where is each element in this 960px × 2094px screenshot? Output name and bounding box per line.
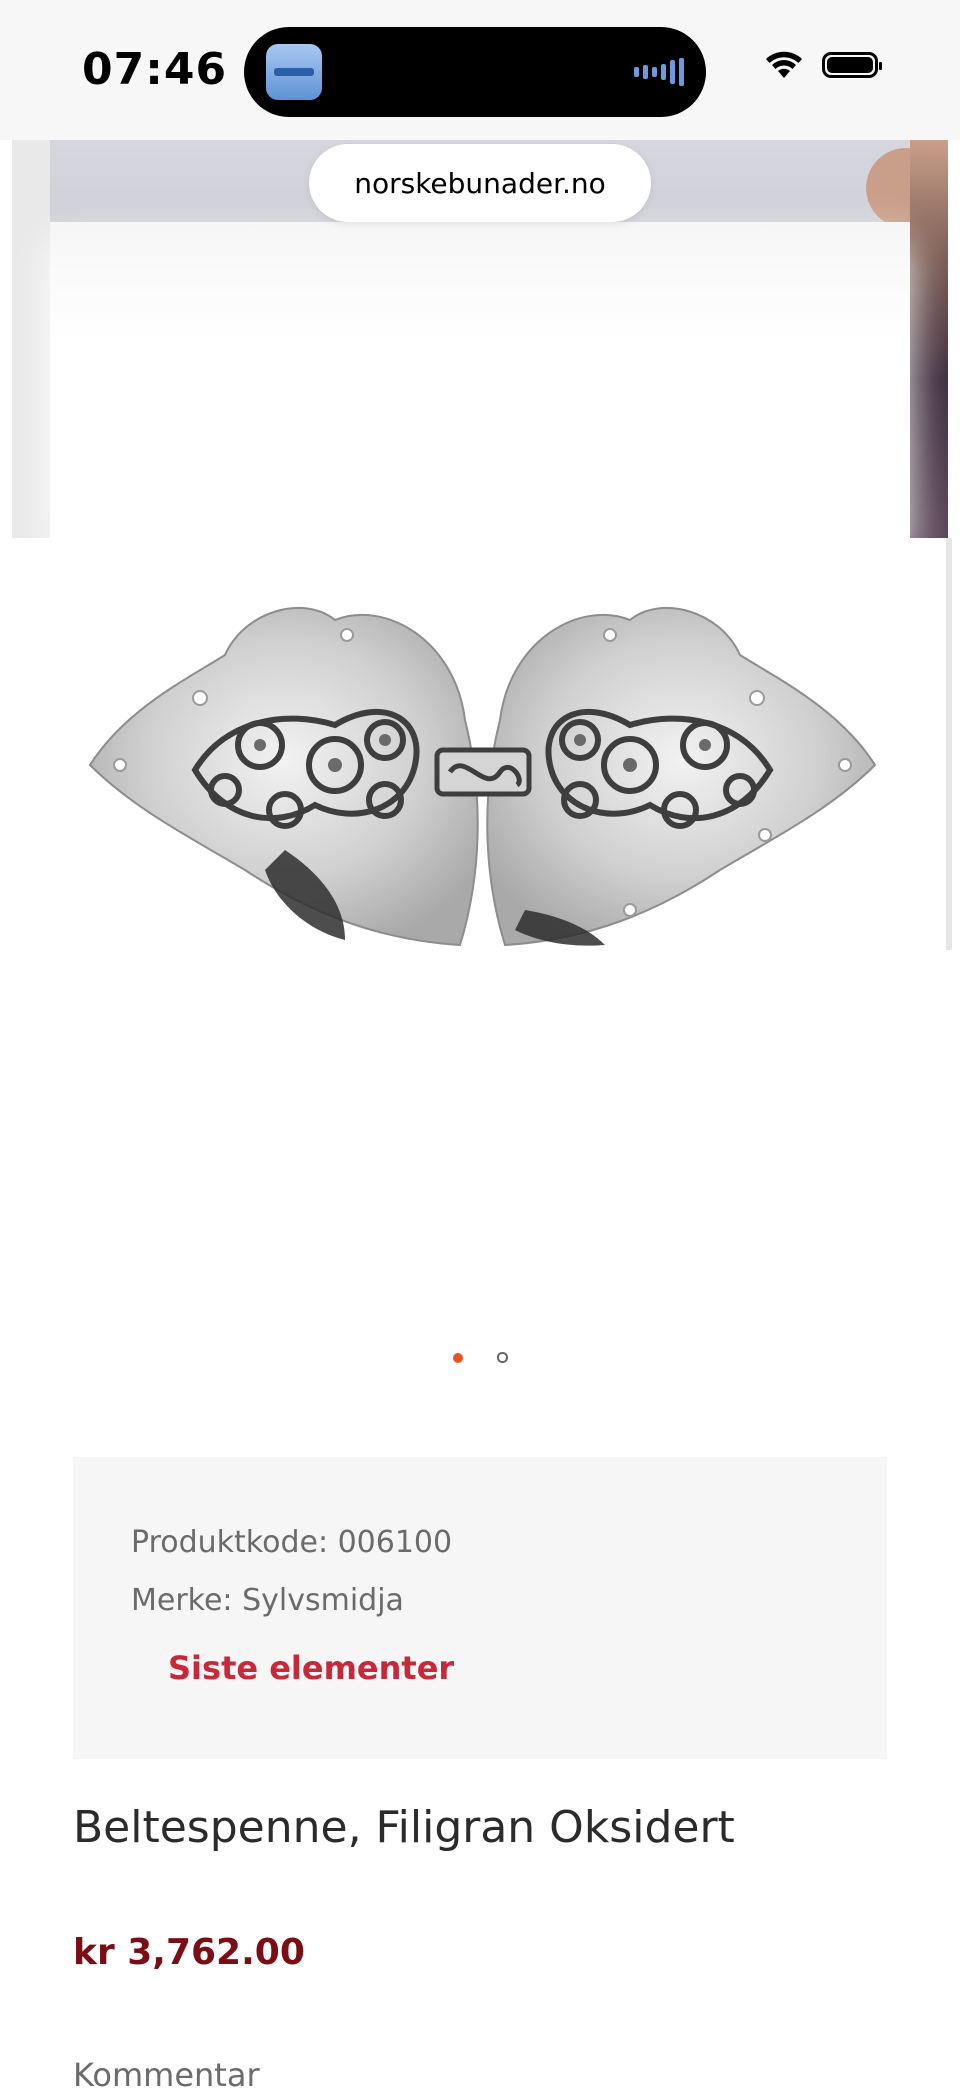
gallery-pagination bbox=[0, 1352, 960, 1363]
stock-status: Siste elementer bbox=[168, 1649, 455, 1687]
wifi-icon bbox=[766, 51, 802, 78]
product-code: Produktkode: 006100 bbox=[131, 1525, 453, 1560]
product-info-box: Produktkode: 006100 Merke: Sylvsmidja Si… bbox=[73, 1457, 887, 1759]
hero-right-edge bbox=[910, 140, 948, 538]
audio-wave-icon bbox=[634, 57, 684, 87]
belt-buckle-filigree-image[interactable] bbox=[85, 600, 880, 960]
pagination-dot-1-active[interactable] bbox=[452, 1352, 463, 1363]
status-bar: 07:46 bbox=[0, 0, 960, 140]
dynamic-island[interactable] bbox=[244, 27, 706, 117]
battery-icon bbox=[822, 52, 882, 78]
panel-shadow bbox=[50, 222, 910, 342]
url-text: norskebunader.no bbox=[354, 166, 606, 200]
comment-label: Kommentar bbox=[73, 2056, 260, 2094]
status-icons bbox=[764, 50, 882, 80]
product-title: Beltespenne, Filigran Oksidert bbox=[73, 1802, 735, 1853]
pagination-dot-2[interactable] bbox=[496, 1352, 508, 1363]
product-brand[interactable]: Merke: Sylvsmidja bbox=[131, 1583, 404, 1618]
app-icon[interactable] bbox=[266, 44, 322, 100]
scroll-indicator bbox=[946, 538, 952, 950]
address-bar[interactable]: norskebunader.no bbox=[309, 144, 651, 222]
status-time: 07:46 bbox=[82, 44, 228, 95]
product-price: kr 3,762.00 bbox=[73, 1932, 305, 1973]
